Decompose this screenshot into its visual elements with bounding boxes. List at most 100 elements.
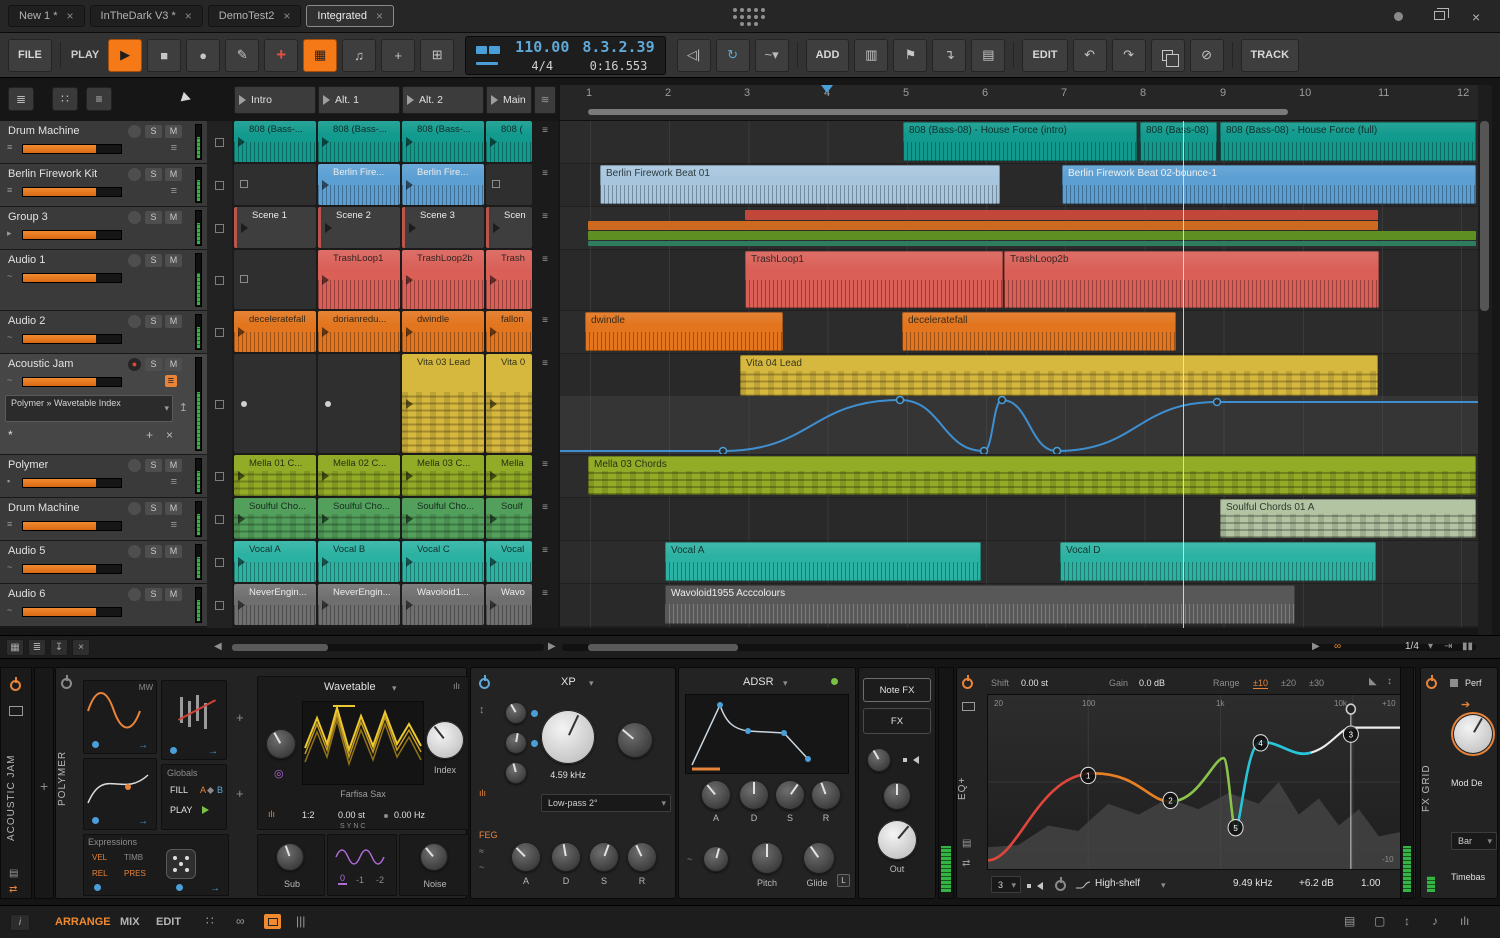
clip-launcher-clip[interactable]: 808 (Bass-... [402,121,484,162]
scene-header[interactable]: Main [486,86,532,114]
sub-octave-m1[interactable]: -1 [356,875,364,885]
filter-bars-icon[interactable]: ılı [479,788,486,798]
scene-play-icon[interactable] [407,95,414,105]
clip-play-icon[interactable] [322,470,329,481]
arranger-clip[interactable]: dwindle [585,312,783,351]
clip-stop-button[interactable] [215,327,224,337]
mod-dot[interactable] [531,740,538,747]
clip-play-icon[interactable] [322,599,329,610]
mute-button[interactable]: M [165,358,182,371]
empty-clip-slot[interactable] [318,354,400,453]
clip-play-icon[interactable] [406,470,413,481]
monitor-button[interactable] [128,125,141,138]
clip-play-icon[interactable] [490,274,497,285]
clip-play-icon[interactable] [406,556,413,567]
volume-fader[interactable] [22,187,122,197]
mod-route-arrow-icon[interactable]: → [138,740,148,751]
restore-window-icon[interactable] [1434,8,1449,20]
close-panel-icon[interactable]: × [72,639,90,656]
track-scene-menu-icon[interactable]: ≡ [534,498,556,539]
tab-close-icon[interactable]: × [283,9,290,23]
add-env-icon[interactable]: + [236,786,244,801]
freq-value[interactable]: 0.00 Hz [394,810,425,820]
shift-value[interactable]: 0.00 st [1021,678,1048,688]
solo-button[interactable]: S [145,502,162,515]
launcher-hscrollbar-thumb[interactable] [232,644,328,651]
wavetable-edit-cell[interactable]: → [161,680,227,760]
clip-launcher-clip[interactable]: Wavoloid1... [402,584,484,625]
link-views-icon[interactable]: ∞ [236,914,245,928]
mute-button[interactable]: M [165,211,182,224]
eq-band-handle[interactable]: 3 [1342,725,1359,743]
filter-mod-knob-1[interactable] [505,702,527,724]
noise-knob[interactable] [420,843,448,871]
beat-grid-icon[interactable]: ▮▮ [1462,641,1473,652]
clip-launcher-record-button[interactable]: ⊞ [420,38,455,72]
clip-play-icon[interactable] [409,222,416,233]
arranger-ruler[interactable]: 1 2 3 4 5 6 7 8 9 10 11 12 [560,85,1478,121]
undo-button[interactable]: ↶ [1072,38,1107,72]
clip-play-icon[interactable] [238,136,245,147]
volume-fader[interactable] [22,230,122,240]
clip-play-icon[interactable] [490,326,497,337]
chevron-down-icon[interactable]: ▾ [1161,880,1166,891]
rel-label[interactable]: REL [92,869,108,878]
amp-decay-knob[interactable] [739,780,769,810]
punch-in-button[interactable]: ◁| [676,38,711,72]
track-row[interactable]: Berlin Firework Kit S M ≡ ≡ [0,164,207,206]
mod-source-dot[interactable] [170,747,177,754]
clip-launcher-clip[interactable]: Berlin Fire... [402,164,484,205]
add-lane-button[interactable]: + [146,428,153,442]
mute-button[interactable]: M [165,545,182,558]
clip-play-icon[interactable] [406,326,413,337]
delete-button[interactable]: ⊘ [1189,38,1224,72]
clip-stop-button[interactable] [215,180,224,190]
eq-plus-device[interactable]: EQ+ ▤ ⇄ Shift 0.00 st Gain 0.0 dB Range … [956,667,1416,899]
record-arm-button[interactable]: ● [128,358,141,371]
mod-source-dot[interactable] [92,817,99,824]
clip-play-icon[interactable] [238,326,245,337]
time-display[interactable]: 0:16.553 [590,59,648,73]
grid-view-icon[interactable]: ∷ [52,87,78,111]
solo-button[interactable]: S [145,125,162,138]
sub-knob[interactable] [276,843,304,871]
track-row[interactable]: Acoustic Jam ● S M ~ ≡ Polymer » Wavetable Ind… [0,354,207,454]
track-row[interactable]: Audio 5 S M ~ [0,541,207,583]
clip-launcher-clip[interactable]: Mella 02 C... [318,455,400,496]
mod-source-dot[interactable] [94,884,101,891]
duplicate-button[interactable] [1150,38,1185,72]
clip-play-icon[interactable] [322,513,329,524]
document-tab[interactable]: DemoTest2 × [207,5,302,27]
mix-view-button[interactable]: MIX [120,916,140,928]
pres-label[interactable]: PRES [124,869,146,878]
mute-button[interactable]: M [165,254,182,267]
empty-clip-slot[interactable] [234,164,316,205]
clip-play-icon[interactable] [490,136,497,147]
amp-release-knob[interactable] [811,780,841,810]
feg-decay-knob[interactable] [551,842,581,872]
fill-mode-button[interactable]: ♫ [342,38,377,72]
pointer-tool-icon[interactable] [180,91,193,105]
track-row[interactable]: Drum Machine S M ≡ ≡ [0,121,207,163]
feg-sustain-knob[interactable] [589,842,619,872]
edit-menu-button[interactable]: EDIT [1022,38,1068,72]
track-scene-menu-icon[interactable]: ≡ [534,121,556,162]
filter-power-icon[interactable] [479,675,490,689]
chevron-down-icon[interactable]: ▾ [589,678,594,689]
clip-launcher-clip[interactable]: 808 (Bass-... [234,121,316,162]
track-scene-menu-icon[interactable]: ≡ [534,455,556,496]
automation-node[interactable] [979,446,989,455]
mute-button[interactable]: M [165,588,182,601]
ab-a-label[interactable]: A [200,785,206,795]
range-10[interactable]: ±10 [1253,678,1268,689]
track-scene-menu-icon[interactable]: ≡ [534,541,556,582]
vertical-scrollbar[interactable] [1478,85,1492,635]
clip-launcher-clip[interactable]: Vocal B [318,541,400,582]
drive-arrows-icon[interactable]: ↕ [479,704,485,716]
track-menu-icon[interactable]: ≡ [171,476,177,488]
arranger-clip[interactable]: Soulful Chords 01 A [1220,499,1476,538]
polymer-device[interactable]: POLYMER MW → → → Globals FILL A B PLAY +… [55,667,469,899]
clip-launcher-clip[interactable]: TrashLoop2b [402,250,484,309]
dual-view-icon[interactable]: ∷ [206,914,214,928]
solo-button[interactable]: S [145,358,162,371]
